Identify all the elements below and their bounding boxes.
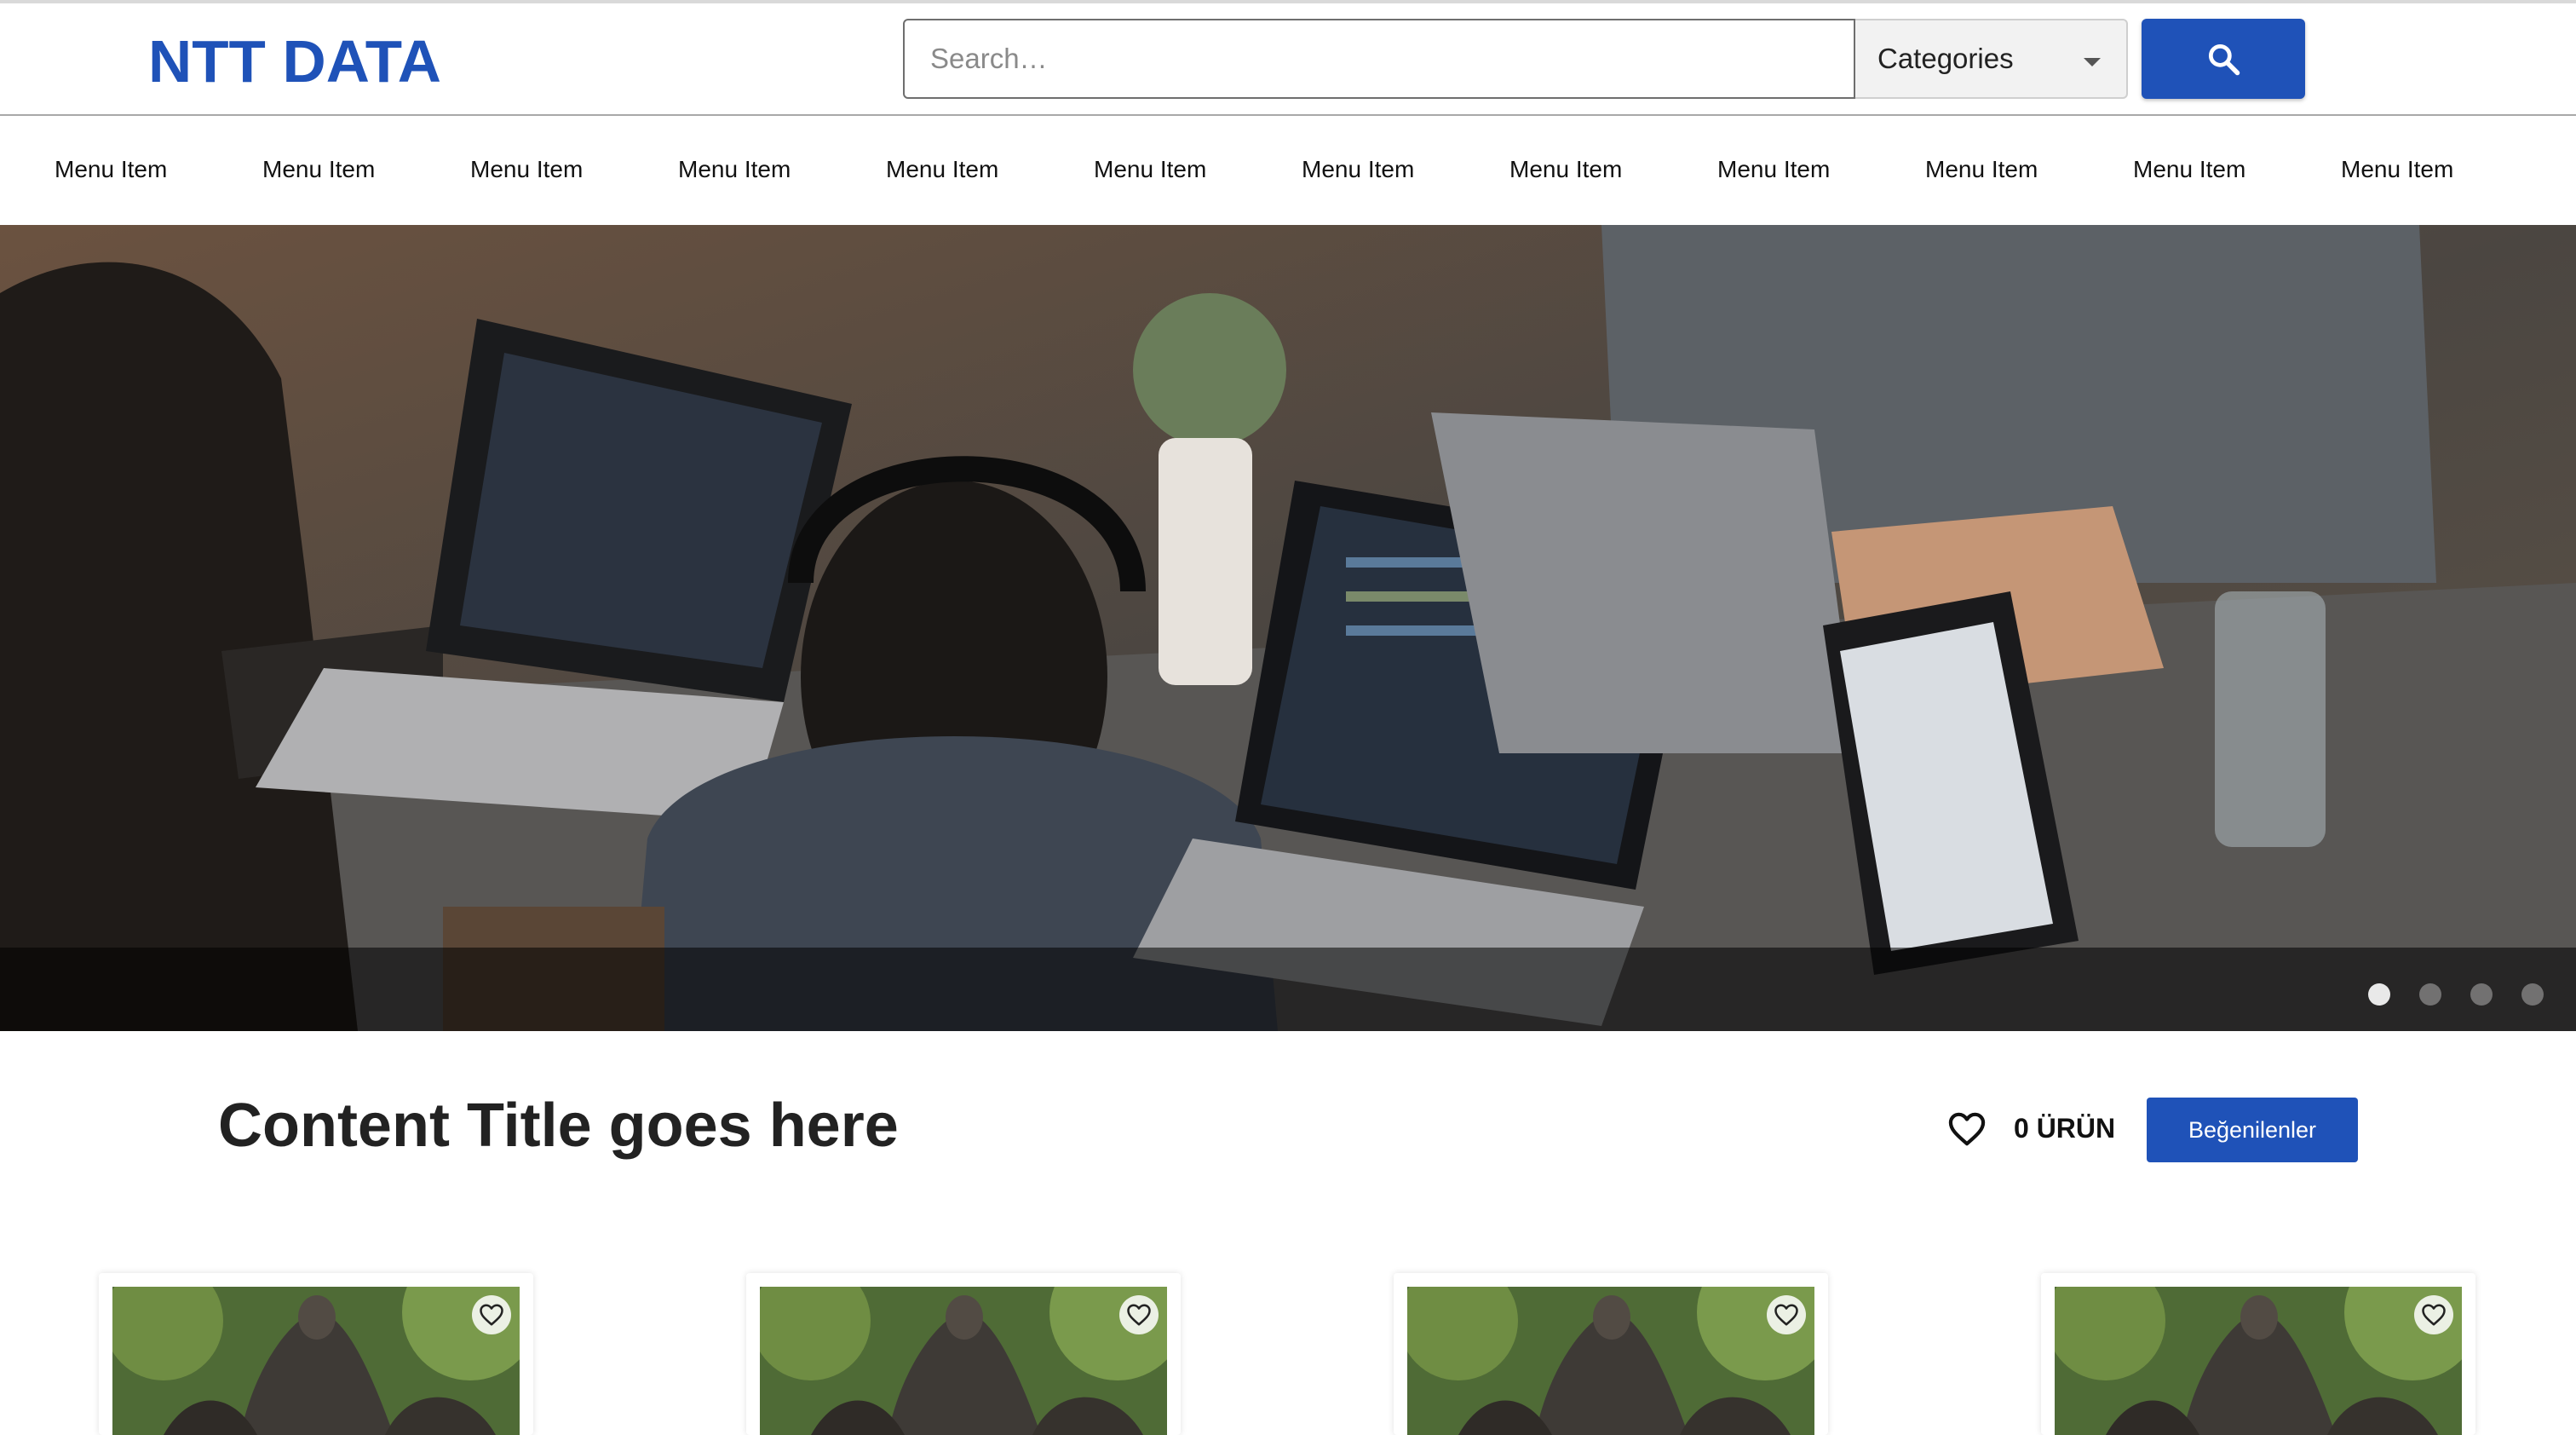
carousel-dot-3[interactable] (2470, 983, 2493, 1006)
site-header: NTT DATA Categories (0, 3, 2576, 116)
product-card[interactable] (99, 1273, 533, 1435)
menu-item[interactable]: Menu Item (262, 156, 375, 183)
menu-item[interactable]: Menu Item (2133, 156, 2245, 183)
chevron-down-icon (2084, 58, 2101, 66)
search-icon (2208, 43, 2240, 76)
svg-text:NTT DATA: NTT DATA (148, 32, 441, 89)
favorites-button[interactable]: Beğenilenler (2147, 1098, 2358, 1162)
menu-item[interactable]: Menu Item (2341, 156, 2453, 183)
heart-icon (1774, 1304, 1798, 1326)
product-image (112, 1287, 520, 1435)
carousel-dot-2[interactable] (2419, 983, 2441, 1006)
menu-item[interactable]: Menu Item (1925, 156, 2038, 183)
product-image (760, 1287, 1167, 1435)
search-button[interactable] (2142, 19, 2305, 99)
heart-icon (1127, 1304, 1151, 1326)
menu-item[interactable]: Menu Item (678, 156, 791, 183)
product-card[interactable] (1394, 1273, 1828, 1435)
menu-item[interactable]: Menu Item (886, 156, 998, 183)
carousel-caption-bar (0, 948, 2576, 1031)
menu-item[interactable]: Menu Item (55, 156, 167, 183)
favorites-count: 0 ÜRÜN (2014, 1113, 2116, 1144)
product-card[interactable] (746, 1273, 1181, 1435)
hero-carousel[interactable] (0, 225, 2576, 1031)
categories-select[interactable]: Categories (1855, 19, 2128, 99)
card-favorite-button[interactable] (2414, 1295, 2453, 1334)
card-favorite-button[interactable] (472, 1295, 511, 1334)
heart-icon (2422, 1304, 2446, 1326)
menu-item[interactable]: Menu Item (1509, 156, 1622, 183)
carousel-dot-4[interactable] (2521, 983, 2544, 1006)
carousel-dot-1[interactable] (2368, 983, 2390, 1006)
menu-item[interactable]: Menu Item (1094, 156, 1206, 183)
card-favorite-button[interactable] (1767, 1295, 1806, 1334)
menu-item[interactable]: Menu Item (1717, 156, 1830, 183)
categories-label: Categories (1877, 43, 2014, 74)
content-title: Content Title goes here (218, 1092, 899, 1160)
menu-item[interactable]: Menu Item (1302, 156, 1414, 183)
search-input[interactable] (903, 19, 1855, 99)
heart-icon[interactable] (1947, 1111, 1987, 1147)
main-menu: Menu Item Menu Item Menu Item Menu Item … (0, 116, 2576, 225)
product-image (1407, 1287, 1814, 1435)
card-favorite-button[interactable] (1119, 1295, 1159, 1334)
hero-image (0, 225, 2576, 1031)
heart-icon (480, 1304, 503, 1326)
product-image (2055, 1287, 2462, 1435)
product-card[interactable] (2041, 1273, 2475, 1435)
menu-item[interactable]: Menu Item (470, 156, 583, 183)
ntt-data-logo[interactable]: NTT DATA (148, 32, 441, 89)
